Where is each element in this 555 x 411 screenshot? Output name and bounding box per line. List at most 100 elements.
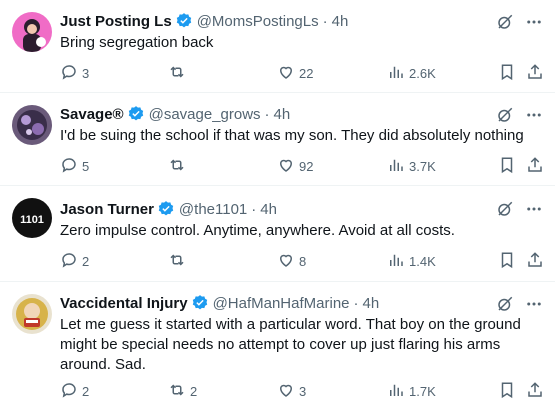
bookmark-icon: [498, 381, 516, 402]
reply-count: 3: [82, 65, 90, 81]
more-icon[interactable]: [525, 295, 543, 313]
like-icon: [277, 156, 295, 177]
reply-icon: [60, 156, 78, 177]
views-icon: [387, 381, 405, 402]
views-count: 2.6K: [409, 65, 436, 81]
like-count: 3: [299, 383, 307, 399]
separator: ·: [353, 294, 359, 312]
verified-badge-icon: [175, 12, 193, 30]
tweet[interactable]: Just Posting Ls @MomsPostingLs · 4h Brin…: [0, 0, 555, 93]
like-button[interactable]: 3: [277, 381, 306, 401]
reply-icon: [60, 63, 78, 84]
views-icon: [387, 251, 405, 272]
reply-icon: [60, 251, 78, 272]
tweet-text: Let me guess it started with a particula…: [60, 316, 521, 373]
bookmark-icon: [498, 63, 516, 84]
timestamp[interactable]: 4h: [332, 13, 349, 30]
retweet-icon: [168, 381, 186, 402]
retweet-button[interactable]: [168, 63, 190, 83]
like-icon: [277, 381, 295, 402]
separator: ·: [251, 200, 257, 218]
avatar[interactable]: [12, 294, 52, 334]
tweet-header: Just Posting Ls @MomsPostingLs · 4h: [60, 11, 348, 31]
tweet[interactable]: Savage® @savage_grows · 4h I'd be suing …: [0, 93, 555, 186]
like-button[interactable]: 8: [277, 251, 306, 271]
retweet-button[interactable]: 2: [168, 381, 197, 401]
reply-button[interactable]: 3: [60, 63, 89, 83]
bookmark-button[interactable]: [498, 251, 516, 271]
tweet-actions: 3 22 2.6K: [60, 63, 543, 83]
views-count: 1.7K: [409, 383, 436, 399]
verified-badge-icon: [127, 105, 145, 123]
like-button[interactable]: 92: [277, 156, 313, 176]
timestamp[interactable]: 4h: [363, 295, 380, 312]
tweet-actions: 2 8 1.4K: [60, 251, 543, 271]
separator: ·: [264, 105, 270, 123]
retweet-button[interactable]: [168, 251, 190, 271]
like-icon: [277, 63, 295, 84]
more-icon[interactable]: [525, 200, 543, 218]
bookmark-button[interactable]: [498, 381, 516, 401]
separator: ·: [322, 12, 328, 30]
like-count: 92: [299, 158, 314, 174]
reply-button[interactable]: 5: [60, 156, 89, 176]
share-button[interactable]: [526, 63, 544, 83]
bookmark-button[interactable]: [498, 63, 516, 83]
reply-count: 2: [82, 253, 90, 269]
display-name[interactable]: Just Posting Ls: [60, 13, 172, 30]
more-icon[interactable]: [525, 106, 543, 124]
retweet-button[interactable]: [168, 156, 190, 176]
views-count: 1.4K: [409, 253, 436, 269]
display-name[interactable]: Jason Turner: [60, 201, 154, 218]
handle[interactable]: @MomsPostingLs: [197, 13, 319, 30]
share-button[interactable]: [526, 381, 544, 401]
verified-badge-icon: [157, 200, 175, 218]
timestamp[interactable]: 4h: [274, 106, 291, 123]
grok-icon[interactable]: [496, 200, 514, 218]
reply-icon: [60, 381, 78, 402]
verified-badge-icon: [191, 294, 209, 312]
handle[interactable]: @the1101: [179, 201, 247, 218]
reply-count: 5: [82, 158, 90, 174]
like-count: 8: [299, 253, 307, 269]
retweet-icon: [168, 63, 186, 84]
grok-icon[interactable]: [496, 13, 514, 31]
tweet-header: Vaccidental Injury @HafManHafMarine · 4h: [60, 293, 379, 313]
views-count: 3.7K: [409, 158, 436, 174]
like-count: 22: [299, 65, 314, 81]
timestamp[interactable]: 4h: [260, 201, 277, 218]
tweet-text: Bring segregation back: [60, 34, 214, 51]
tweet[interactable]: 1101 Jason Turner @the1101 · 4h Zero imp…: [0, 186, 555, 282]
display-name[interactable]: Savage®: [60, 106, 124, 123]
avatar[interactable]: [12, 12, 52, 52]
bookmark-button[interactable]: [498, 156, 516, 176]
reply-button[interactable]: 2: [60, 251, 89, 271]
share-icon: [526, 251, 544, 272]
svg-text:1101: 1101: [20, 214, 44, 226]
share-button[interactable]: [526, 156, 544, 176]
tweet-actions: 2 2 3 1.7K: [60, 381, 543, 401]
reply-button[interactable]: 2: [60, 381, 89, 401]
avatar[interactable]: [12, 105, 52, 145]
more-icon[interactable]: [525, 13, 543, 31]
grok-icon[interactable]: [496, 295, 514, 313]
views-button[interactable]: 3.7K: [387, 156, 436, 176]
views-button[interactable]: 1.7K: [387, 381, 436, 401]
avatar[interactable]: 1101: [12, 198, 52, 238]
handle[interactable]: @savage_grows: [149, 106, 261, 123]
tweet[interactable]: Vaccidental Injury @HafManHafMarine · 4h…: [0, 282, 555, 411]
like-button[interactable]: 22: [277, 63, 313, 83]
tweet-header: Jason Turner @the1101 · 4h: [60, 199, 277, 219]
bookmark-icon: [498, 251, 516, 272]
views-button[interactable]: 1.4K: [387, 251, 436, 271]
display-name[interactable]: Vaccidental Injury: [60, 295, 188, 312]
retweet-count: 2: [190, 383, 198, 399]
bookmark-icon: [498, 156, 516, 177]
share-button[interactable]: [526, 251, 544, 271]
share-icon: [526, 156, 544, 177]
share-icon: [526, 381, 544, 402]
grok-icon[interactable]: [496, 106, 514, 124]
handle[interactable]: @HafManHafMarine: [213, 295, 350, 312]
views-button[interactable]: 2.6K: [387, 63, 436, 83]
like-icon: [277, 251, 295, 272]
